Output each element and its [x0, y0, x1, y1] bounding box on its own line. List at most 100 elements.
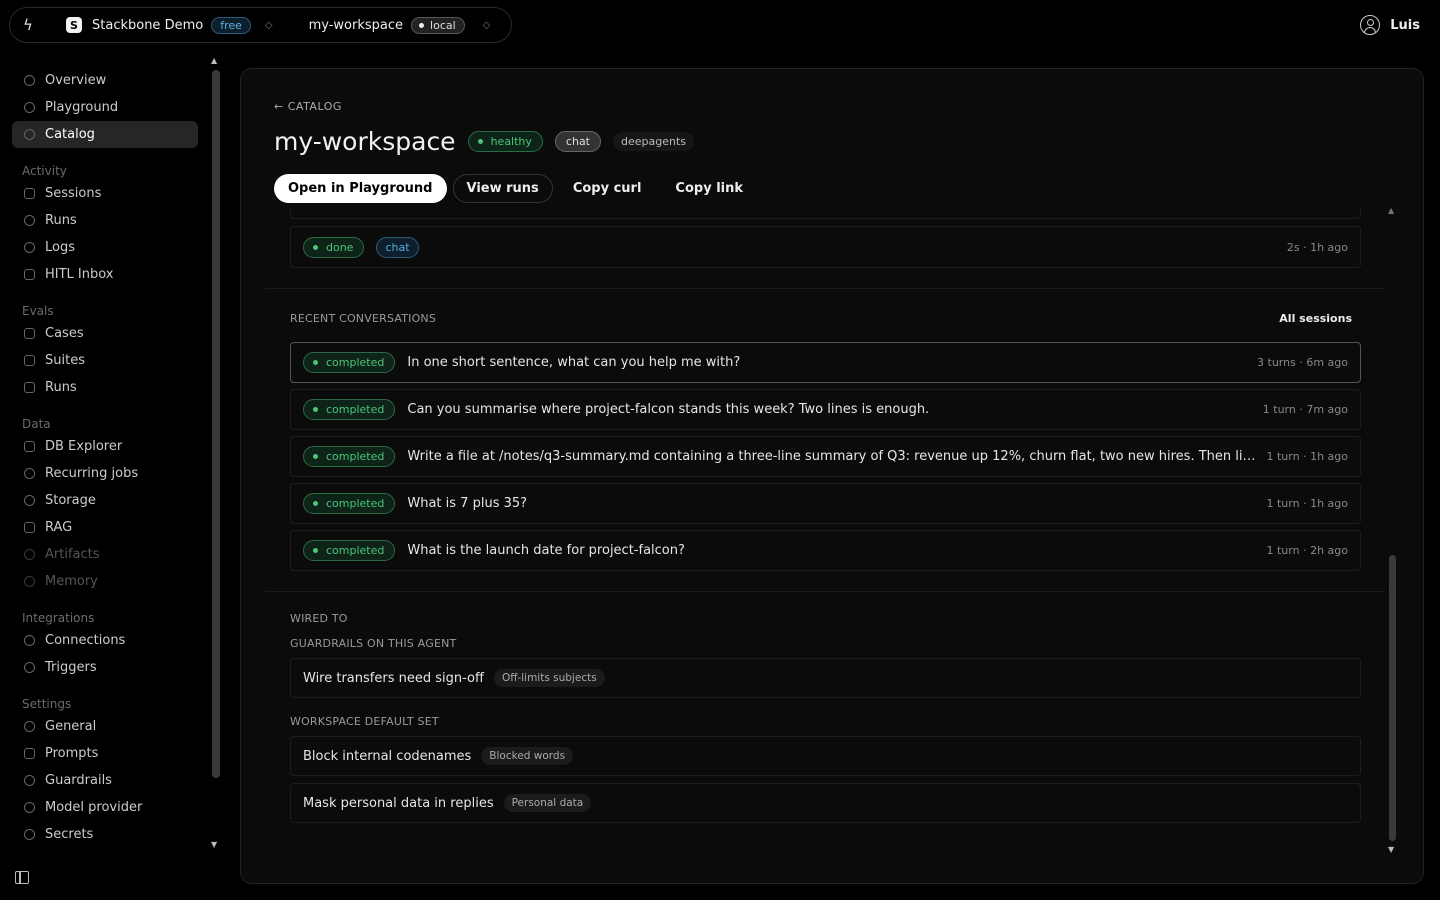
user-icon [1360, 15, 1381, 35]
org-name[interactable]: Stackbone Demo [92, 18, 203, 33]
org-avatar: S [66, 17, 82, 33]
conversation-row[interactable]: completed Can you summarise where projec… [290, 389, 1361, 430]
run-meta: 2s · 1h ago [1286, 240, 1348, 254]
sidebar-item-label: Artifacts [45, 547, 100, 562]
conversation-text: In one short sentence, what can you help… [407, 355, 741, 370]
sidebar-scrollbar[interactable] [212, 70, 220, 778]
sidebar-item-catalog[interactable]: Catalog [12, 121, 198, 148]
sidebar-item-rag[interactable]: RAG [12, 514, 198, 541]
conversation-status-label: completed [326, 544, 385, 557]
conversation-row[interactable]: completed In one short sentence, what ca… [290, 342, 1361, 383]
sidebar-item-memory[interactable]: Memory [12, 568, 198, 595]
artifact-icon [24, 549, 35, 560]
sidebar-item-cases[interactable]: Cases [12, 320, 198, 347]
shield-icon [24, 775, 35, 786]
sidebar-toggle-icon[interactable] [15, 871, 29, 884]
sidebar-item-triggers[interactable]: Triggers [12, 654, 198, 681]
list-icon [24, 188, 35, 199]
logo-icon[interactable]: ϟ [10, 16, 46, 34]
guardrail-row[interactable]: Block internal codenames Blocked words [290, 736, 1361, 776]
workspace-chevron-icon[interactable]: ◇ [483, 20, 491, 31]
sidebar-item-logs[interactable]: Logs [12, 234, 198, 261]
sidebar-item-label: Recurring jobs [45, 466, 139, 481]
main-scroll-up-icon[interactable]: ▲ [1388, 206, 1394, 215]
section-data: Data [22, 417, 51, 431]
suite-icon [24, 355, 35, 366]
sidebar-item-label: RAG [45, 520, 73, 535]
env-label: local [430, 18, 456, 32]
back-to-catalog-link[interactable]: ← CATALOG [274, 100, 342, 113]
sidebar-item-secrets[interactable]: Secrets [12, 821, 198, 848]
section-activity: Activity [22, 164, 67, 178]
sidebar-item-general[interactable]: General [12, 713, 198, 740]
sidebar-item-runs[interactable]: Runs [12, 207, 198, 234]
conversation-status-label: completed [326, 403, 385, 416]
conversation-status-label: completed [326, 356, 385, 369]
sidebar-item-overview[interactable]: Overview [12, 67, 198, 94]
conversation-row[interactable]: completed What is the launch date for pr… [290, 530, 1361, 571]
sidebar-item-label: Runs [45, 213, 77, 228]
user-name: Luis [1390, 17, 1420, 33]
sidebar-scroll-up-icon[interactable]: ▲ [211, 56, 217, 65]
run-row[interactable]: done chat [290, 209, 1361, 219]
sidebar-item-guardrails[interactable]: Guardrails [12, 767, 198, 794]
conversation-status-label: completed [326, 450, 385, 463]
conversation-row[interactable]: completed Write a file at /notes/q3-summ… [290, 436, 1361, 477]
sidebar-item-playground[interactable]: Playground [12, 94, 198, 121]
divider [265, 591, 1385, 592]
sidebar-nav: Overview Playground Catalog Activity Ses… [12, 60, 198, 848]
kind-badge: chat [554, 131, 601, 152]
copy-link-button[interactable]: Copy link [661, 174, 757, 203]
sidebar-item-connections[interactable]: Connections [12, 627, 198, 654]
page-title: my-workspace [274, 127, 456, 156]
workspace-switcher[interactable]: ϟ S Stackbone Demo free ◇ my-workspace l… [9, 7, 512, 43]
org-chevron-icon[interactable]: ◇ [265, 20, 273, 31]
run-status-badge: done [303, 236, 365, 258]
sidebar-item-artifacts[interactable]: Artifacts [12, 541, 198, 568]
sidebar-item-label: Prompts [45, 746, 99, 761]
sidebar-item-sessions[interactable]: Sessions [12, 180, 198, 207]
section-evals: Evals [22, 304, 54, 318]
wired-to-heading: WIRED TO [290, 612, 348, 625]
workspace-name[interactable]: my-workspace [309, 18, 403, 33]
sidebar: Overview Playground Catalog Activity Ses… [0, 56, 228, 860]
conversation-row[interactable]: completed What is 7 plus 35? 1 turn · 1h… [290, 483, 1361, 524]
run-kind-badge: chat [376, 236, 419, 258]
sidebar-item-label: DB Explorer [45, 439, 123, 454]
sidebar-item-suites[interactable]: Suites [12, 347, 198, 374]
main-scroll-down-icon[interactable]: ▼ [1388, 845, 1394, 854]
status-dot-icon [313, 501, 318, 506]
sidebar-item-storage[interactable]: Storage [12, 487, 198, 514]
main-scrollbar[interactable] [1389, 555, 1396, 841]
run-row[interactable]: done chat 2s · 1h ago [290, 226, 1361, 268]
workspace-default-heading: WORKSPACE DEFAULT SET [290, 715, 439, 728]
sidebar-item-model-provider[interactable]: Model provider [12, 794, 198, 821]
model-icon [24, 802, 35, 813]
repeat-icon [24, 468, 35, 479]
sidebar-item-eval-runs[interactable]: Runs [12, 374, 198, 401]
guardrail-name: Block internal codenames [303, 748, 472, 764]
sidebar-item-recurring-jobs[interactable]: Recurring jobs [12, 460, 198, 487]
sidebar-item-hitl-inbox[interactable]: HITL Inbox [12, 261, 198, 288]
sidebar-item-label: Sessions [45, 186, 102, 201]
detail-scroll-area: done chat done chat 2s · 1h ago RECENT C… [265, 209, 1385, 875]
conversation-meta: 1 turn · 1h ago [1266, 450, 1349, 463]
conversation-text: What is 7 plus 35? [407, 496, 528, 511]
view-runs-button[interactable]: View runs [452, 174, 553, 203]
sidebar-item-label: Suites [45, 353, 85, 368]
all-sessions-link[interactable]: All sessions [1279, 312, 1352, 325]
conversation-text: Write a file at /notes/q3-summary.md con… [407, 449, 1257, 464]
sidebar-item-db-explorer[interactable]: DB Explorer [12, 433, 198, 460]
sidebar-item-label: Triggers [45, 660, 97, 675]
open-in-playground-button[interactable]: Open in Playground [274, 174, 447, 203]
sidebar-scroll-down-icon[interactable]: ▼ [211, 840, 217, 849]
framework-badge: deepagents [613, 132, 695, 151]
copy-curl-button[interactable]: Copy curl [559, 174, 656, 203]
plug-icon [24, 635, 35, 646]
guardrail-row[interactable]: Mask personal data in replies Personal d… [290, 783, 1361, 823]
sidebar-item-prompts[interactable]: Prompts [12, 740, 198, 767]
env-badge: local [411, 16, 465, 34]
plan-badge: free [211, 16, 251, 34]
user-menu[interactable]: Luis [1360, 15, 1420, 35]
guardrail-row[interactable]: Wire transfers need sign-off Off-limits … [290, 658, 1361, 698]
